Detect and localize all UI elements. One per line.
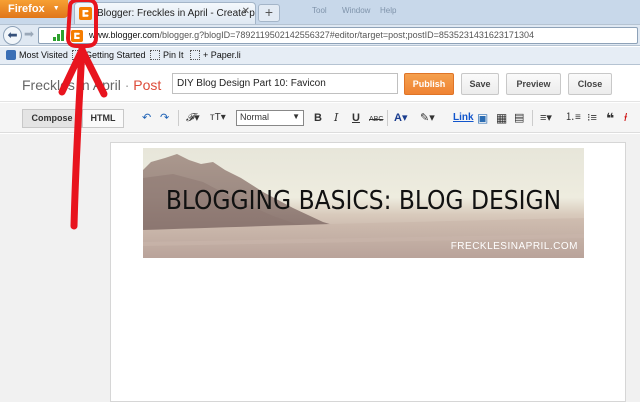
undo-icon[interactable]: ↶ bbox=[142, 112, 151, 124]
strikethrough-button[interactable]: ABC bbox=[369, 114, 383, 126]
url-path: /blogger.g?blogID=7892119502142556327#ed… bbox=[159, 30, 534, 40]
menu-ghost-help: Help bbox=[380, 6, 397, 15]
highlight-icon[interactable]: ✎▾ bbox=[420, 112, 435, 124]
underline-button[interactable]: U bbox=[352, 112, 360, 124]
quote-icon[interactable]: ❝ bbox=[606, 111, 614, 125]
bookmark-most-visited[interactable]: Most Visited bbox=[6, 50, 68, 60]
bookmark-icon bbox=[72, 50, 82, 60]
preview-button[interactable]: Preview bbox=[506, 73, 561, 95]
bookmark-paper-li[interactable]: + Paper.li bbox=[190, 50, 241, 60]
tab-title: Blogger: Freckles in April - Create post bbox=[97, 8, 256, 19]
italic-button[interactable]: I bbox=[334, 112, 338, 124]
forward-arrow-icon[interactable]: ➡ bbox=[24, 27, 34, 41]
menu-ghost-tool: Tool bbox=[312, 6, 327, 15]
blogger-icon bbox=[71, 30, 83, 42]
align-icon[interactable]: ≡▾ bbox=[540, 112, 552, 124]
title-separator: · bbox=[124, 77, 130, 93]
save-button[interactable]: Save bbox=[461, 73, 499, 95]
post-label: Post bbox=[133, 77, 162, 93]
banner-title: BLOGGING BASICS: BLOG DESIGN bbox=[165, 186, 562, 216]
bookmark-icon bbox=[6, 50, 16, 60]
jump-break-icon[interactable]: ▤ bbox=[514, 112, 524, 124]
bookmark-getting-started[interactable]: Getting Started bbox=[72, 50, 146, 60]
banner-subtitle: FRECKLESINAPRIL.COM bbox=[450, 241, 578, 252]
browser-tab-active[interactable]: Blogger: Freckles in April - Create post… bbox=[74, 2, 256, 24]
clear-format-icon[interactable]: Ɨ bbox=[624, 112, 627, 124]
chevron-down-icon: ▼ bbox=[52, 5, 60, 12]
image-icon[interactable]: ▣ bbox=[477, 112, 488, 124]
url-domain: www.blogger.com bbox=[89, 30, 160, 40]
html-mode-button[interactable]: HTML bbox=[82, 109, 124, 128]
blog-title: Freckles in April · Post bbox=[22, 77, 161, 93]
bookmarks-toolbar: Most Visited Getting Started Pin It + Pa… bbox=[0, 47, 640, 65]
bookmark-label: Pin It bbox=[163, 50, 184, 60]
bold-button[interactable]: B bbox=[314, 112, 322, 124]
editor-header: Freckles in April · Post Publish Save Pr… bbox=[0, 66, 640, 102]
format-select-value: Normal bbox=[240, 112, 270, 122]
bookmark-pin-it[interactable]: Pin It bbox=[150, 50, 184, 60]
close-button[interactable]: Close bbox=[568, 73, 612, 95]
firefox-menu-label: Firefox bbox=[8, 3, 45, 15]
publish-button[interactable]: Publish bbox=[404, 73, 454, 95]
formatting-toolbar: Compose HTML ↶ ↷ 𝓕▾ ᴛT▾ Normal ▼ B I U AB… bbox=[0, 103, 640, 133]
bookmark-icon bbox=[190, 50, 200, 60]
signal-icon bbox=[53, 30, 67, 41]
blog-name[interactable]: Freckles in April bbox=[22, 77, 121, 93]
close-icon[interactable]: ✕ bbox=[242, 6, 250, 17]
post-title-input[interactable] bbox=[172, 73, 398, 94]
text-color-icon[interactable]: A▾ bbox=[394, 112, 407, 124]
chevron-down-icon: ▼ bbox=[292, 112, 300, 121]
url-bar[interactable]: www.blogger.com/blogger.g?blogID=7892119… bbox=[38, 27, 638, 44]
paragraph-format-select[interactable]: Normal ▼ bbox=[236, 110, 304, 126]
redo-icon[interactable]: ↷ bbox=[160, 112, 169, 124]
back-arrow-icon[interactable]: ⬅ bbox=[3, 26, 22, 45]
numbered-list-icon[interactable]: ⒈≡ bbox=[565, 112, 581, 124]
blogger-icon bbox=[79, 7, 92, 20]
post-body-editor[interactable]: BLOGGING BASICS: BLOG DESIGN FRECKLESINA… bbox=[110, 142, 626, 402]
link-button[interactable]: Link bbox=[453, 112, 474, 123]
text-size-icon[interactable]: ᴛT▾ bbox=[210, 112, 226, 124]
blog-banner-image: BLOGGING BASICS: BLOG DESIGN FRECKLESINA… bbox=[143, 148, 584, 258]
menu-ghost-window: Window bbox=[342, 6, 371, 15]
new-tab-button[interactable]: + bbox=[258, 4, 280, 22]
compose-mode-button[interactable]: Compose bbox=[22, 109, 82, 128]
firefox-menu-button[interactable]: Firefox ▼ bbox=[0, 0, 68, 18]
font-icon[interactable]: 𝓕▾ bbox=[186, 112, 200, 124]
bookmark-icon bbox=[150, 50, 160, 60]
compose-area: BLOGGING BASICS: BLOG DESIGN FRECKLESINA… bbox=[0, 134, 640, 402]
bookmark-label: Getting Started bbox=[85, 50, 146, 60]
navigation-bar: ⬅ ➡ www.blogger.com/blogger.g?blogID=789… bbox=[0, 24, 640, 46]
bookmark-label: + Paper.li bbox=[203, 50, 241, 60]
video-icon[interactable]: ▦ bbox=[496, 112, 507, 124]
bookmark-label: Most Visited bbox=[19, 50, 68, 60]
firefox-titlebar: Firefox ▼ Blogger: Freckles in April - Cr… bbox=[0, 0, 640, 24]
bullet-list-icon[interactable]: ⁝≡ bbox=[587, 112, 597, 124]
